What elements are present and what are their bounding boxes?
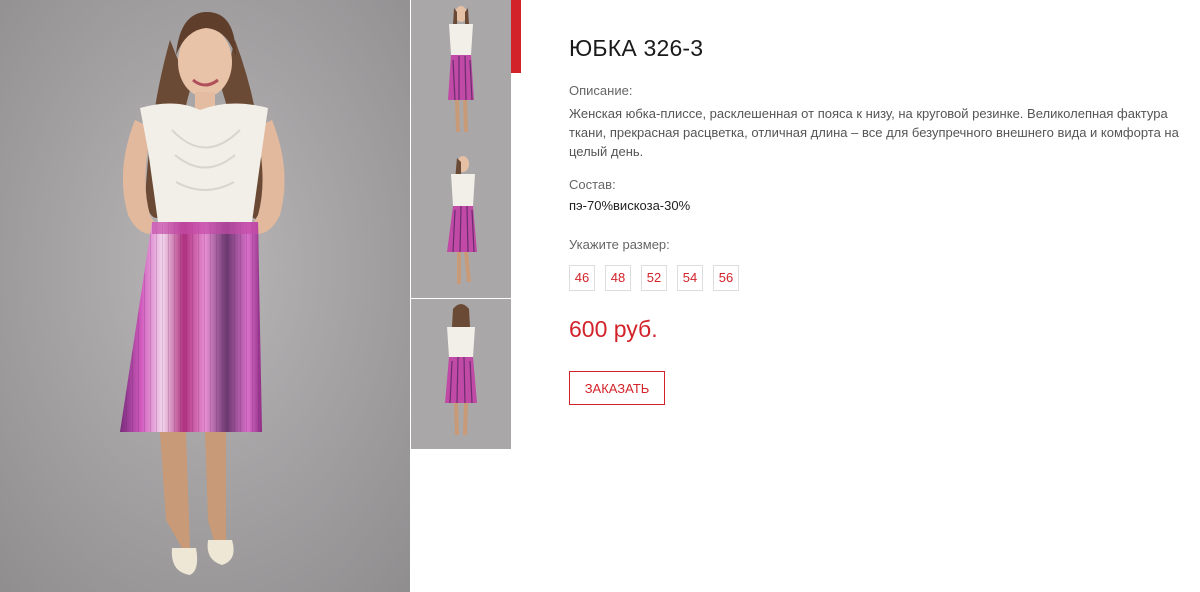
thumbnail-side-view[interactable]	[411, 148, 511, 298]
thumbnail-front-view[interactable]	[411, 0, 511, 150]
size-option-56[interactable]: 56	[713, 265, 739, 291]
thumbnail-back-view[interactable]	[411, 299, 511, 449]
product-price: 600 руб.	[569, 316, 658, 342]
description-label: Описание:	[569, 83, 633, 98]
composition-label: Состав:	[569, 177, 616, 192]
size-option-46[interactable]: 46	[569, 265, 595, 291]
model-side-view-image	[411, 148, 511, 298]
size-option-52[interactable]: 52	[641, 265, 667, 291]
product-title: ЮБКА 326-3	[569, 35, 704, 61]
size-option-54[interactable]: 54	[677, 265, 703, 291]
model-full-length-image	[0, 0, 410, 592]
main-product-photo	[0, 0, 410, 592]
model-front-view-image	[411, 0, 511, 150]
size-label: Укажите размер:	[569, 237, 670, 252]
size-option-48[interactable]: 48	[605, 265, 631, 291]
order-button[interactable]: ЗАКАЗАТЬ	[569, 371, 665, 405]
product-description: Женская юбка-плиссе, расклешенная от поя…	[569, 106, 1179, 159]
model-back-view-image	[411, 299, 511, 449]
active-thumbnail-marker	[511, 0, 521, 73]
composition-value: пэ-70%вискоза-30%	[569, 198, 691, 213]
